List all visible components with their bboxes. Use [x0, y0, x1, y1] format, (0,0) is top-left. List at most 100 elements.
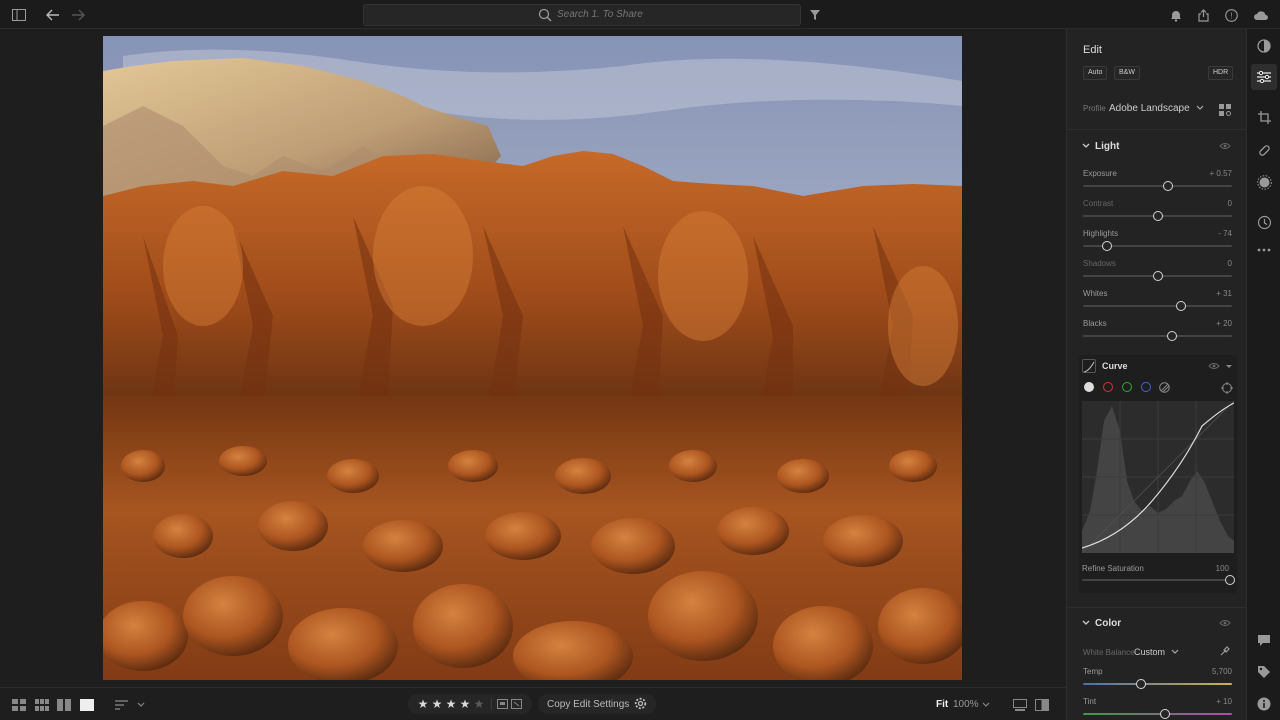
star-5-icon[interactable]: ★: [472, 697, 486, 711]
detail-view-icon[interactable]: [80, 698, 94, 711]
fit-label[interactable]: Fit: [936, 699, 948, 710]
sort-chevron-down-icon[interactable]: [137, 698, 147, 710]
edit-sliders-icon[interactable]: [1256, 69, 1272, 85]
star-3-icon[interactable]: ★: [444, 697, 458, 711]
auto-button[interactable]: Auto: [1083, 66, 1108, 80]
info-icon[interactable]: [1256, 696, 1272, 712]
slider-knob[interactable]: [1162, 181, 1173, 191]
tint-value: + 10: [1216, 697, 1232, 706]
hdr-button[interactable]: HDR: [1208, 66, 1234, 80]
panel-toggle-icon[interactable]: [10, 6, 28, 24]
sort-icon[interactable]: [115, 698, 129, 710]
curve-type-icon[interactable]: [1082, 359, 1096, 373]
star-1-icon[interactable]: ★: [416, 697, 430, 711]
cloud-icon[interactable]: [1252, 6, 1270, 24]
version-history-icon[interactable]: [1256, 214, 1272, 230]
refine-saturation-value: 100: [1215, 564, 1229, 573]
slider-knob[interactable]: [1136, 679, 1147, 689]
light-section-title[interactable]: Light: [1095, 141, 1119, 152]
help-icon[interactable]: !: [1222, 6, 1240, 24]
light-slider-track[interactable]: [1083, 271, 1232, 281]
color-section-title[interactable]: Color: [1095, 618, 1121, 629]
share-icon[interactable]: [1194, 6, 1212, 24]
light-slider-value: - 74: [1218, 229, 1232, 238]
bottom-bar: ★ ★ ★ ★ ★ Copy Edit Settings Fit 100%: [0, 687, 1066, 720]
star-4-icon[interactable]: ★: [458, 697, 472, 711]
zoom-chevron-down-icon[interactable]: [982, 698, 992, 710]
divider: [491, 698, 492, 710]
white-balance-label: White Balance: [1083, 648, 1135, 657]
more-options-icon[interactable]: [1256, 242, 1272, 258]
settings-gear-icon[interactable]: [634, 697, 648, 710]
color-visibility-eye-icon[interactable]: [1219, 619, 1231, 627]
light-slider-label: Whites: [1083, 289, 1108, 298]
flag-pick-icon[interactable]: [497, 698, 511, 710]
slider-knob[interactable]: [1152, 211, 1163, 221]
search-input[interactable]: Search 1. To Share: [363, 4, 801, 26]
before-after-icon[interactable]: [1035, 698, 1049, 711]
light-slider-label: Blacks: [1083, 319, 1107, 328]
flag-reject-icon[interactable]: [511, 698, 525, 710]
light-visibility-eye-icon[interactable]: [1219, 142, 1231, 150]
light-slider-value: 0: [1227, 259, 1232, 268]
slider-knob[interactable]: [1176, 301, 1187, 311]
filmstrip-icon[interactable]: [1013, 698, 1027, 711]
curve-menu-chevron-icon[interactable]: [1225, 364, 1233, 370]
light-slider-track[interactable]: [1083, 181, 1232, 191]
tone-curve-graph[interactable]: [1081, 400, 1235, 554]
slider-knob[interactable]: [1101, 241, 1112, 251]
goblin-valley-image: [103, 36, 962, 680]
profile-chevron-down-icon: [1196, 105, 1204, 110]
notification-bell-icon[interactable]: [1167, 6, 1185, 24]
keyword-tag-icon[interactable]: [1256, 664, 1272, 680]
color-chevron-down-icon[interactable]: [1082, 619, 1090, 627]
slider-knob[interactable]: [1159, 709, 1170, 719]
profile-select[interactable]: Adobe Landscape: [1109, 103, 1204, 114]
star-2-icon[interactable]: ★: [430, 697, 444, 711]
healing-bandage-icon[interactable]: [1256, 142, 1272, 158]
tint-slider[interactable]: [1083, 709, 1232, 719]
blue-channel-dot-icon[interactable]: [1141, 382, 1151, 392]
temp-value: 5,700: [1211, 667, 1232, 676]
light-slider-track[interactable]: [1083, 241, 1232, 251]
comment-icon[interactable]: [1256, 632, 1272, 648]
masking-icon[interactable]: [1256, 174, 1272, 190]
light-slider-value: + 0.57: [1209, 169, 1232, 178]
back-arrow-icon[interactable]: [44, 6, 62, 24]
compare-view-icon[interactable]: [57, 698, 71, 711]
light-slider-track[interactable]: [1083, 331, 1232, 341]
forward-arrow-icon[interactable]: [69, 6, 87, 24]
edit-panel-title: Edit: [1083, 44, 1102, 56]
refine-saturation-slider[interactable]: [1082, 575, 1235, 585]
white-balance-select[interactable]: Custom: [1134, 647, 1179, 657]
light-slider-track[interactable]: [1083, 301, 1232, 311]
bw-button[interactable]: B&W: [1114, 66, 1140, 80]
presets-icon[interactable]: [1256, 38, 1272, 54]
profile-browser-icon[interactable]: [1219, 103, 1231, 121]
slider-knob[interactable]: [1225, 575, 1235, 585]
rgb-channel-dot-icon[interactable]: [1084, 382, 1094, 392]
zoom-level[interactable]: 100%: [953, 699, 979, 710]
curve-section-title[interactable]: Curve: [1102, 361, 1128, 371]
light-slider-track[interactable]: [1083, 211, 1232, 221]
filter-icon[interactable]: [806, 6, 824, 24]
target-adjust-icon[interactable]: [1221, 382, 1233, 394]
parametric-curve-icon[interactable]: [1159, 382, 1170, 393]
curve-visibility-eye-icon[interactable]: [1208, 362, 1220, 370]
curve-panel: Curve Refine Saturation 100: [1079, 355, 1237, 593]
slider-knob[interactable]: [1152, 271, 1163, 281]
photo-grid-icon[interactable]: [35, 698, 49, 711]
tone-curve-svg: [1081, 400, 1235, 554]
slider-knob[interactable]: [1167, 331, 1178, 341]
square-grid-icon[interactable]: [12, 698, 26, 711]
crop-icon[interactable]: [1256, 109, 1272, 125]
green-channel-dot-icon[interactable]: [1122, 382, 1132, 392]
light-slider-label: Exposure: [1083, 169, 1117, 178]
light-slider-label: Highlights: [1083, 229, 1119, 238]
temp-slider[interactable]: [1083, 679, 1232, 689]
red-channel-dot-icon[interactable]: [1103, 382, 1113, 392]
search-icon: [538, 8, 552, 22]
eyedropper-icon[interactable]: [1219, 645, 1231, 657]
landscape-photo[interactable]: [103, 36, 962, 680]
light-chevron-down-icon[interactable]: [1082, 142, 1090, 150]
